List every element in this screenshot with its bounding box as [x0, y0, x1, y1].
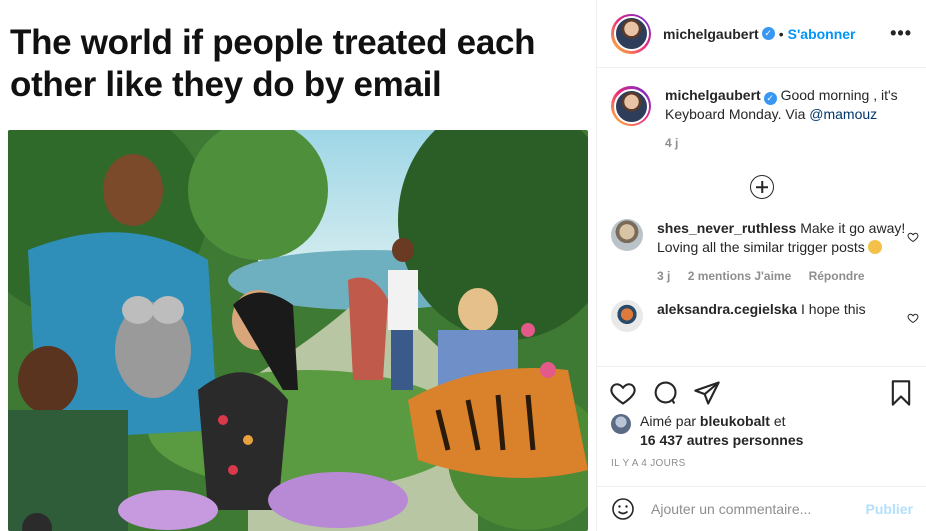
verified-badge-icon: ✓ — [761, 27, 775, 40]
meme-painting-image — [8, 130, 588, 531]
publish-button[interactable]: Publier — [866, 501, 913, 517]
more-options-icon[interactable]: ••• — [890, 23, 912, 44]
load-more-comments-icon[interactable] — [750, 175, 774, 199]
caption-text: michelgaubert ✓ Good morning , it's Keybo… — [665, 86, 913, 124]
comment-row: aleksandra.cegielska I hope this — [597, 300, 926, 332]
verified-badge-icon: ✓ — [763, 92, 777, 105]
likes-text: Aimé par bleukobalt et 16 437 autres per… — [640, 412, 803, 450]
caption-author-avatar[interactable] — [611, 86, 651, 126]
likes-summary: Aimé par bleukobalt et 16 437 autres per… — [611, 412, 921, 450]
commenter-avatar[interactable] — [611, 219, 643, 251]
author-avatar[interactable] — [611, 13, 651, 54]
comments-list[interactable]: michelgaubert ✓ Good morning , it's Keybo… — [597, 69, 926, 366]
caption-username[interactable]: michelgaubert — [665, 87, 761, 103]
comment-username[interactable]: shes_never_ruthless — [657, 220, 796, 236]
like-heart-icon[interactable] — [609, 379, 637, 407]
comment-meta: 3 j 2 mentions J'aime Répondre — [657, 267, 913, 286]
add-comment-bar: Publier — [597, 486, 926, 531]
follow-button[interactable]: S'abonner — [788, 26, 856, 42]
reply-button[interactable]: Répondre — [809, 269, 865, 283]
add-comment-input[interactable] — [651, 501, 866, 517]
header-author-block: michelgaubert ✓ • S'abonner — [663, 26, 856, 42]
comment-username[interactable]: aleksandra.cegielska — [657, 301, 797, 317]
header-separator: • — [778, 25, 784, 42]
author-avatar-image — [613, 16, 649, 51]
post-media[interactable]: The world if people treated each other l… — [0, 0, 596, 531]
post-header: michelgaubert ✓ • S'abonner ••• — [597, 0, 926, 68]
likes-mid: et — [769, 413, 786, 429]
share-paper-plane-icon[interactable] — [693, 379, 721, 407]
post-side-panel: michelgaubert ✓ • S'abonner ••• michelga… — [596, 0, 926, 531]
comment-likes-count[interactable]: 2 mentions J'aime — [688, 269, 792, 283]
meme-caption-line-2: other like they do by email — [10, 65, 442, 104]
comment-bubble-icon[interactable] — [651, 379, 679, 407]
meme-caption-line-1: The world if people treated each — [10, 23, 536, 62]
likes-others-count[interactable]: 16 437 autres personnes — [640, 432, 803, 448]
facepalm-emoji-icon — [867, 240, 882, 254]
emoji-smiley-icon[interactable] — [611, 497, 635, 521]
caption-mention-link[interactable]: @mamouz — [809, 106, 877, 122]
save-bookmark-icon[interactable] — [887, 379, 915, 407]
header-username[interactable]: michelgaubert — [663, 26, 759, 42]
liker-username[interactable]: bleukobalt — [700, 413, 770, 429]
load-more-comments — [597, 169, 926, 205]
caption-age[interactable]: 4 j — [665, 136, 678, 150]
comment-body: aleksandra.cegielska I hope this — [657, 300, 913, 332]
caption-body: michelgaubert ✓ Good morning , it's Keybo… — [665, 86, 913, 153]
caption-author-avatar-image — [613, 88, 649, 124]
commenter-avatar[interactable] — [611, 300, 643, 332]
likes-prefix: Aimé par — [640, 413, 700, 429]
meme-caption: The world if people treated each other l… — [10, 22, 590, 106]
comment-body: shes_never_ruthless Make it go away! Lov… — [657, 219, 913, 286]
caption-meta: 4 j — [665, 134, 913, 153]
liker-avatar[interactable] — [611, 414, 631, 434]
comment-like-heart-icon[interactable] — [907, 312, 919, 324]
comment-age[interactable]: 3 j — [657, 269, 670, 283]
comment-content: I hope this — [801, 301, 866, 317]
post-timestamp[interactable]: IL Y A 4 JOURS — [611, 458, 686, 469]
post-actions-bar — [597, 366, 926, 418]
comment-like-heart-icon[interactable] — [907, 231, 919, 243]
caption-row: michelgaubert ✓ Good morning , it's Keybo… — [597, 86, 926, 153]
comment-text: aleksandra.cegielska I hope this — [657, 300, 913, 319]
comment-row: shes_never_ruthless Make it go away! Lov… — [597, 219, 926, 286]
comment-text: shes_never_ruthless Make it go away! Lov… — [657, 219, 913, 257]
